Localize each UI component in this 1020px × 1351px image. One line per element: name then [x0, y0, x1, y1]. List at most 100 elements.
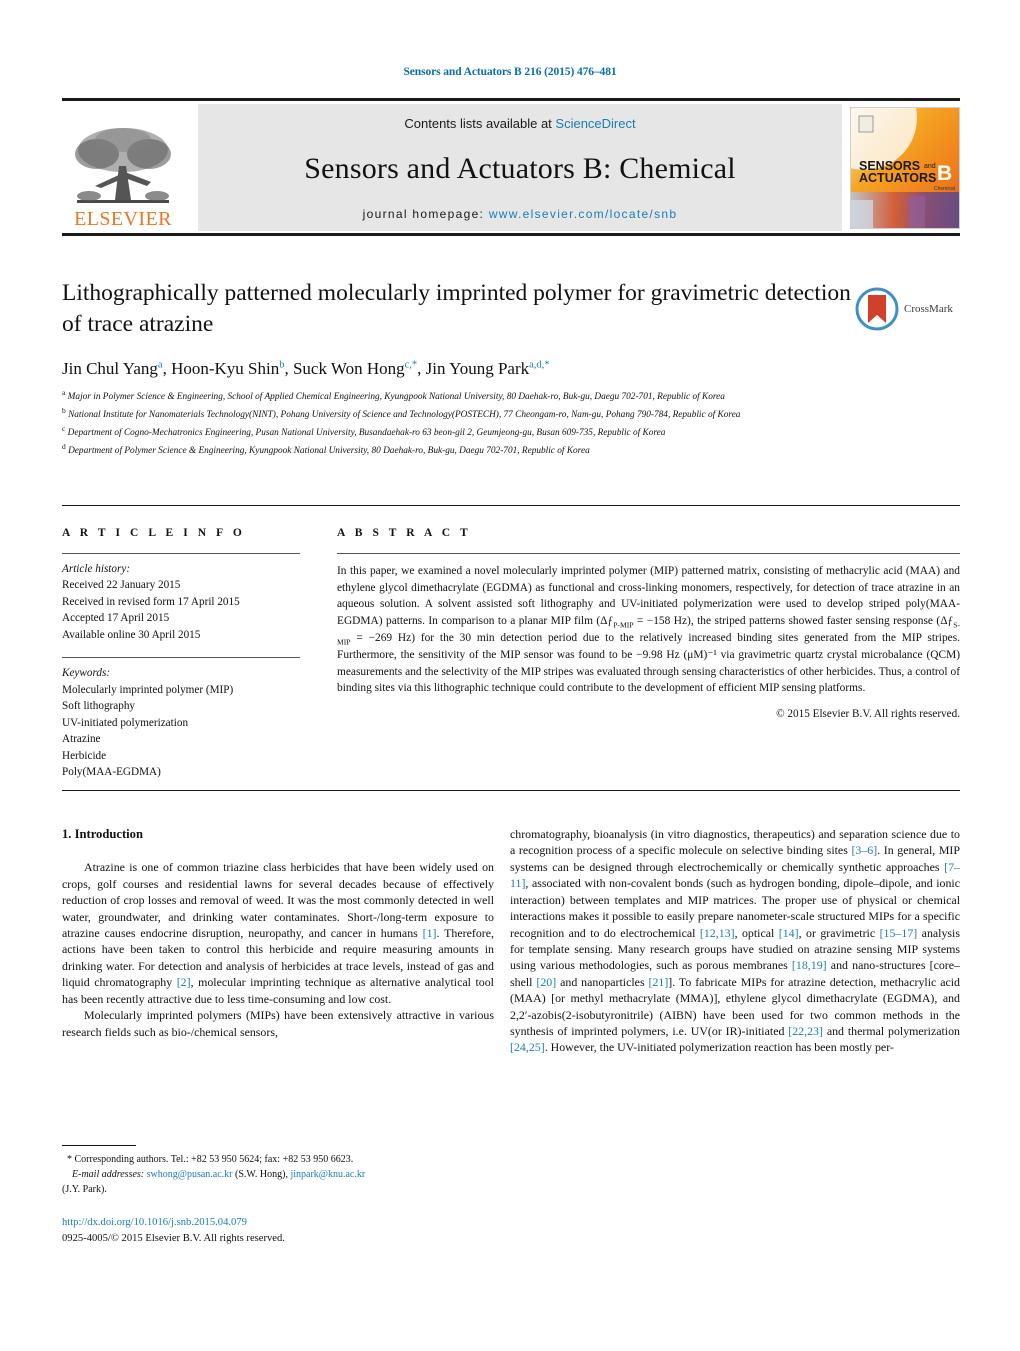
author-name: Hoon-Kyu Shin: [171, 358, 280, 378]
abstract-subscript-1: P-MIP: [613, 619, 634, 629]
affiliation-text: Department of Polymer Science & Engineer…: [68, 446, 590, 457]
journal-masthead: ELSEVIER Contents lists available at Sci…: [62, 98, 960, 231]
author: Hoon-Kyu Shinb,: [171, 359, 293, 378]
paragraph-text: , or gravimetric: [798, 925, 880, 940]
author-affiliation-mark[interactable]: c,*: [405, 359, 418, 370]
journal-homepage-line: journal homepage: www.elsevier.com/locat…: [363, 207, 678, 221]
svg-text:Chemical: Chemical: [934, 186, 955, 192]
affiliation-mark: c: [62, 424, 66, 434]
history-item: Available online 30 April 2015: [62, 628, 201, 641]
citation-link[interactable]: [22,23]: [788, 1024, 823, 1038]
citation-link[interactable]: [18,19]: [792, 958, 827, 972]
abstract-rule: [337, 553, 960, 554]
elsevier-wordmark: ELSEVIER: [74, 208, 172, 230]
author-separator: ,: [162, 358, 172, 378]
paragraph-text: . However, the UV-initiated polymerizati…: [544, 1040, 894, 1055]
crossmark-icon: [855, 287, 899, 331]
doi-link[interactable]: http://dx.doi.org/10.1016/j.snb.2015.04.…: [62, 1215, 502, 1231]
author-separator: ,: [417, 358, 426, 378]
keyword-item: Atrazine: [62, 733, 101, 746]
abstract-copyright: © 2015 Elsevier B.V. All rights reserved…: [776, 707, 960, 720]
corresponding-author-note: * Corresponding authors. Tel.: +82 53 95…: [62, 1152, 502, 1167]
history-item: Received in revised form 17 April 2015: [62, 595, 240, 608]
body-column-left: 1. Introduction Atrazine is one of commo…: [62, 826, 494, 1040]
paragraph-text: , optical: [734, 925, 779, 940]
paper-page: Sensors and Actuators B 216 (2015) 476–4…: [0, 0, 1020, 1351]
journal-cover-thumbnail: SENSORS and ACTUATORS B Chemical: [850, 106, 960, 229]
body-column-right: chromatography, bioanalysis (in vitro di…: [510, 826, 960, 1056]
article-info-section: A R T I C L E I N F O Article history: R…: [62, 527, 317, 780]
footnote-block: * Corresponding authors. Tel.: +82 53 95…: [62, 1152, 502, 1197]
corresponding-author-marker: *: [67, 1154, 72, 1165]
author-name: Jin Chul Yang: [62, 358, 158, 378]
keyword-item: Molecularly imprinted polymer (MIP): [62, 683, 234, 696]
author-affiliation-mark[interactable]: a,d,*: [529, 359, 549, 370]
contents-list-line: Contents lists available at ScienceDirec…: [404, 116, 635, 131]
keyword-item: Soft lithography: [62, 700, 136, 713]
cover-artwork: SENSORS and ACTUATORS B Chemical: [851, 107, 959, 228]
email-note: E-mail addresses: swhong@pusan.ac.kr (S.…: [62, 1167, 502, 1182]
crossmark-label: CrossMark: [904, 303, 953, 315]
doi-block: http://dx.doi.org/10.1016/j.snb.2015.04.…: [62, 1215, 502, 1247]
paragraph: chromatography, bioanalysis (in vitro di…: [510, 826, 960, 1056]
affiliation-item: d Department of Polymer Science & Engine…: [62, 441, 912, 459]
citation-link[interactable]: [1]: [423, 926, 437, 940]
citation-link[interactable]: [21]: [648, 975, 668, 989]
author-list: Jin Chul Yanga, Hoon-Kyu Shinb, Suck Won…: [62, 359, 852, 379]
abstract-text: In this paper, we examined a novel molec…: [337, 563, 960, 697]
article-info-rule: [62, 553, 300, 554]
affiliation-item: a Major in Polymer Science & Engineering…: [62, 387, 912, 405]
affiliation-mark: a: [62, 388, 66, 397]
history-item: Accepted 17 April 2015: [62, 612, 170, 625]
paragraph: Atrazine is one of common triazine class…: [62, 859, 494, 1007]
affiliation-item: b National Institute for Nanomaterials T…: [62, 405, 912, 423]
masthead-bottom-rule: [62, 233, 960, 236]
running-head: Sensors and Actuators B 216 (2015) 476–4…: [403, 66, 617, 78]
email-label: E-mail addresses:: [72, 1169, 145, 1180]
article-history: Article history: Received 22 January 201…: [62, 561, 317, 643]
affiliation-mark: b: [62, 406, 66, 416]
abstract-part-3: = −269 Hz) for the 30 min detection peri…: [337, 631, 960, 695]
citation-link[interactable]: [3–6]: [851, 843, 877, 857]
citation-link[interactable]: [20]: [536, 975, 556, 989]
author: Jin Young Parka,d,*: [426, 359, 550, 378]
affiliation-text: Department of Cogno-Mechatronics Enginee…: [67, 428, 666, 439]
article-history-label: Article history:: [62, 563, 131, 575]
keyword-item: Poly(MAA-EGDMA): [62, 765, 161, 778]
keyword-item: Herbicide: [62, 749, 107, 762]
email-link-park[interactable]: jinpark@knu.ac.kr: [290, 1169, 365, 1180]
email-link-hong[interactable]: swhong@pusan.ac.kr: [147, 1169, 233, 1180]
keywords-label: Keywords:: [62, 667, 111, 680]
citation-link[interactable]: [15–17]: [880, 926, 918, 940]
author-name: Suck Won Hong: [292, 358, 405, 378]
affiliation-text: Major in Polymer Science & Engineering, …: [67, 392, 725, 403]
affiliation-mark: d: [62, 442, 66, 452]
paragraph-text: and thermal polymerization: [822, 1024, 960, 1039]
sciencedirect-link[interactable]: ScienceDirect: [555, 116, 635, 131]
keywords-rule: [62, 657, 300, 659]
abstract-bottom-rule: [62, 790, 960, 791]
svg-text:B: B: [937, 162, 952, 185]
abstract-heading: A B S T R A C T: [337, 527, 472, 539]
info-top-rule: [62, 505, 960, 506]
homepage-link[interactable]: www.elsevier.com/locate/snb: [489, 207, 678, 221]
email-owner-park: (J.Y. Park).: [62, 1184, 107, 1195]
citation-link[interactable]: [2]: [177, 975, 191, 989]
journal-band: Contents lists available at ScienceDirec…: [198, 104, 842, 231]
email-owner-hong: (S.W. Hong),: [232, 1169, 291, 1180]
section-heading-introduction: 1. Introduction: [62, 827, 143, 841]
svg-text:ACTUATORS: ACTUATORS: [859, 171, 936, 185]
crossmark-badge[interactable]: CrossMark: [855, 283, 960, 335]
history-item: Received 22 January 2015: [62, 579, 181, 592]
journal-title: Sensors and Actuators B: Chemical: [304, 152, 736, 185]
citation-link[interactable]: [12,13]: [700, 926, 735, 940]
author: Jin Chul Yanga,: [62, 359, 171, 378]
elsevier-logo: ELSEVIER: [62, 104, 184, 231]
keywords-section: Keywords: Molecularly imprinted polymer …: [62, 665, 317, 780]
citation-link[interactable]: [14]: [779, 926, 799, 940]
citation-link[interactable]: [24,25]: [510, 1040, 545, 1054]
abstract-section: A B S T R A C T In this paper, we examin…: [337, 527, 960, 720]
affiliation-item: c Department of Cogno-Mechatronics Engin…: [62, 423, 912, 441]
homepage-prefix: journal homepage:: [362, 207, 489, 221]
footnote-rule: [62, 1145, 136, 1146]
